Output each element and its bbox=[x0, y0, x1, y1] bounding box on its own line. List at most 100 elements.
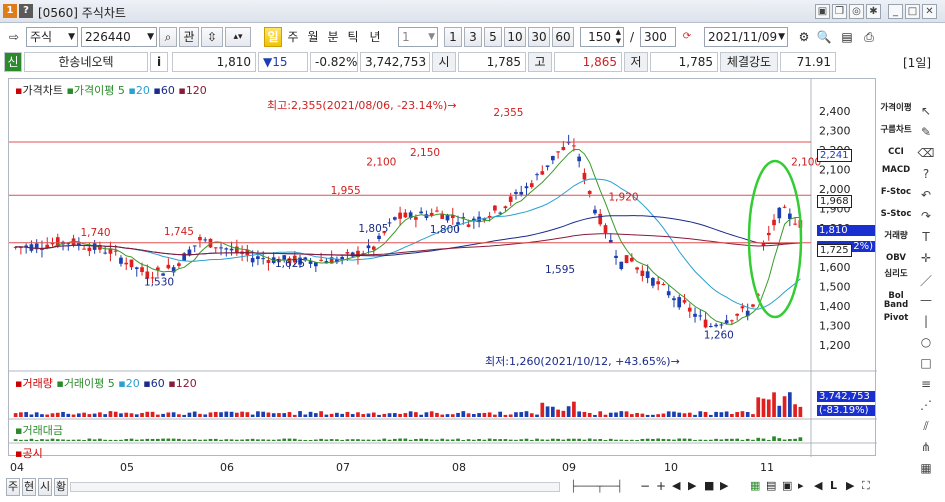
zoom-plus-icon[interactable]: + bbox=[656, 479, 666, 493]
play-icon[interactable]: ▶ bbox=[688, 479, 696, 492]
cross-icon[interactable]: ✛ bbox=[914, 251, 938, 272]
help-icon[interactable]: ? bbox=[19, 4, 33, 18]
arrow-right-icon[interactable]: ⇨ bbox=[4, 27, 24, 47]
period-minute-button[interactable]: 분 bbox=[324, 27, 342, 47]
zoom-minus-icon[interactable]: − bbox=[640, 479, 650, 493]
nav-next-icon[interactable]: ▶ bbox=[846, 479, 854, 492]
print-icon[interactable]: ⎙ bbox=[860, 27, 878, 47]
indicator-macd[interactable]: MACD bbox=[880, 166, 912, 188]
eraser-icon[interactable]: ⌫ bbox=[914, 146, 938, 167]
amount-bar bbox=[440, 438, 445, 441]
stop-icon[interactable]: ■ bbox=[704, 479, 714, 492]
search-icon[interactable]: ⌕ bbox=[159, 27, 177, 47]
pencil-icon[interactable]: ✎ bbox=[914, 125, 938, 146]
amount-bar bbox=[198, 439, 202, 441]
amount-bar bbox=[361, 439, 366, 441]
indicator-volume[interactable]: 거래량 bbox=[880, 232, 912, 254]
indicator-pivot[interactable]: Pivot bbox=[880, 314, 912, 330]
volume-bar bbox=[456, 412, 460, 417]
period-day-button[interactable]: 일 bbox=[264, 27, 282, 47]
indicator-obv[interactable]: OBV bbox=[880, 254, 912, 270]
hline-icon[interactable]: — bbox=[914, 293, 938, 314]
scroll-right-icon[interactable]: ▶ bbox=[720, 479, 728, 492]
x-axis-label: 10 bbox=[664, 461, 678, 474]
candle-body bbox=[682, 300, 687, 303]
amount-bar bbox=[71, 439, 76, 441]
indicator-price-ma[interactable]: 가격이평 bbox=[880, 104, 912, 126]
excel-icon[interactable]: ▦ bbox=[750, 479, 760, 492]
fibo-icon[interactable]: ≡ bbox=[914, 377, 938, 398]
info-icon[interactable]: i bbox=[150, 52, 168, 72]
period-week-button[interactable]: 주 bbox=[284, 27, 302, 47]
count-input[interactable]: 150 ▲ ▼ bbox=[580, 27, 624, 47]
spin-icon[interactable]: ▴▾ bbox=[225, 27, 251, 47]
date-input[interactable]: 2021/11/09 ▼ bbox=[704, 27, 788, 47]
tab-si[interactable]: 시 bbox=[38, 478, 52, 496]
indicator-cci[interactable]: CCI bbox=[880, 148, 912, 166]
zoom-slider[interactable]: ├───┬──┤ bbox=[570, 480, 623, 493]
link-icon[interactable]: ⇳ bbox=[201, 27, 223, 47]
close-icon[interactable]: ✕ bbox=[922, 4, 937, 19]
refresh-icon[interactable]: ⟳ bbox=[678, 27, 696, 47]
fan-icon[interactable]: ⋔ bbox=[914, 440, 938, 461]
chart-area[interactable]: 2,4002,3002,2002,1002,0001,9001,8001,700… bbox=[8, 78, 877, 460]
copy-icon[interactable]: ❐ bbox=[832, 4, 847, 19]
interval-3-button[interactable]: 3 bbox=[464, 27, 482, 47]
save-icon[interactable]: ▤ bbox=[838, 27, 856, 47]
zoom-icon[interactable]: 🔍 bbox=[815, 27, 833, 47]
volume-bar bbox=[529, 413, 534, 417]
candle-body bbox=[661, 283, 666, 285]
period-year-button[interactable]: 년 bbox=[364, 27, 386, 47]
tab-hwang[interactable]: 황 bbox=[54, 478, 68, 496]
indicator-psy[interactable]: 심리도 bbox=[880, 270, 912, 292]
period-tick-button[interactable]: 틱 bbox=[344, 27, 362, 47]
indicator-sstoc[interactable]: S-Stoc bbox=[880, 210, 912, 232]
highlight-ellipse[interactable] bbox=[747, 159, 803, 319]
indicator-cloud[interactable]: 구름차트 bbox=[880, 126, 912, 148]
table-icon[interactable]: ▤ bbox=[766, 479, 776, 492]
circle-icon[interactable]: ○ bbox=[914, 335, 938, 356]
scrollbar[interactable] bbox=[70, 482, 560, 492]
image-icon[interactable]: ▣ bbox=[782, 479, 792, 492]
fullscreen-icon[interactable]: ⛶ bbox=[862, 479, 870, 493]
undo-icon[interactable]: ↶ bbox=[914, 188, 938, 209]
rect-icon[interactable]: □ bbox=[914, 356, 938, 377]
text-icon[interactable]: T bbox=[914, 230, 938, 251]
favorite-button[interactable]: 관 bbox=[179, 27, 199, 47]
nav-last-icon[interactable]: ◀ bbox=[814, 479, 822, 492]
interval-30-button[interactable]: 30 bbox=[528, 27, 550, 47]
help-tool-icon[interactable]: ? bbox=[914, 167, 938, 188]
interval-5-button[interactable]: 5 bbox=[484, 27, 502, 47]
candle-body bbox=[766, 232, 771, 236]
config-icon[interactable]: ⚙ bbox=[795, 27, 813, 47]
stock-code-input[interactable]: 226440 ▼ bbox=[81, 27, 157, 47]
period-month-button[interactable]: 월 bbox=[304, 27, 322, 47]
interval-60-button[interactable]: 60 bbox=[552, 27, 574, 47]
minimize-icon[interactable]: _ bbox=[888, 4, 903, 19]
hline-tag-3: 1,725 bbox=[817, 244, 852, 257]
cursor-l-icon[interactable]: L bbox=[830, 479, 837, 492]
low-label: 저 bbox=[624, 52, 648, 72]
settings-icon[interactable]: ✱ bbox=[866, 4, 881, 19]
vline-icon[interactable]: | bbox=[914, 314, 938, 335]
interval-10-button[interactable]: 10 bbox=[504, 27, 526, 47]
camera-icon[interactable]: ◎ bbox=[849, 4, 864, 19]
volume-bar bbox=[182, 414, 187, 417]
channel-icon[interactable]: ⫽ bbox=[914, 419, 938, 440]
indicator-bolband[interactable]: Bol Band bbox=[880, 292, 912, 314]
line-icon[interactable]: ／ bbox=[914, 272, 938, 293]
interval-1-button[interactable]: 1 bbox=[444, 27, 462, 47]
gann-icon[interactable]: ⋰ bbox=[914, 398, 938, 419]
indicator-fstoc[interactable]: F-Stoc bbox=[880, 188, 912, 210]
interval-select[interactable]: 1 ▼ bbox=[398, 27, 438, 47]
maximize-icon[interactable]: □ bbox=[905, 4, 920, 19]
market-select[interactable]: 주식 ▼ bbox=[26, 27, 78, 47]
cursor-icon[interactable]: ↖ bbox=[914, 104, 938, 125]
scroll-left-icon[interactable]: ◀ bbox=[672, 479, 680, 492]
total-input[interactable]: 300 bbox=[640, 27, 676, 47]
redo-icon[interactable]: ↷ bbox=[914, 209, 938, 230]
tab-ju[interactable]: 주 bbox=[6, 478, 20, 496]
nav-prev-icon[interactable]: ▸ bbox=[798, 479, 804, 492]
tab-hyeon[interactable]: 현 bbox=[22, 478, 36, 496]
pin-icon[interactable]: ▣ bbox=[815, 4, 830, 19]
